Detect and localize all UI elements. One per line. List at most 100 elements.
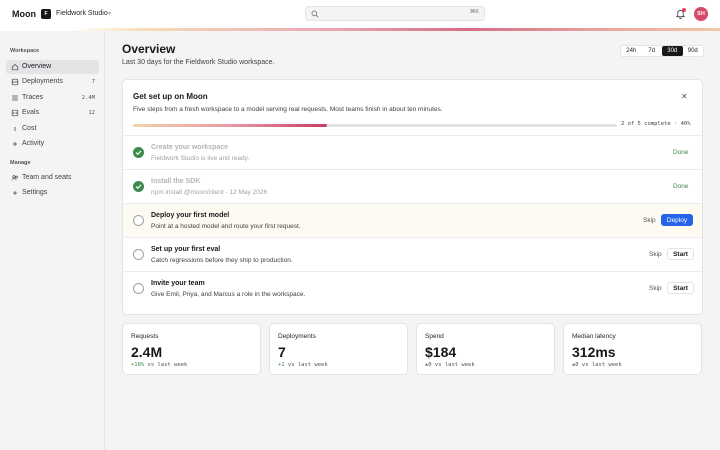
- skip-button[interactable]: Skip: [643, 217, 656, 224]
- stat-value: $184: [425, 344, 457, 360]
- sidebar-item-count: 2.4M: [81, 95, 95, 101]
- sidebar-item-deployments[interactable]: Deployments 7: [6, 75, 99, 89]
- setup-title: Get set up on Moon: [133, 92, 208, 101]
- home-icon: [11, 63, 19, 71]
- sidebar-item-count: 7: [91, 79, 95, 85]
- setup-step-install-sdk: Install the SDK npm install @moon/client…: [123, 169, 702, 203]
- stat-delta: ±0 vs last week: [425, 362, 475, 368]
- range-24h[interactable]: 24h: [621, 46, 642, 56]
- sidebar-item-settings[interactable]: Settings: [6, 186, 99, 200]
- step-status-done: Done: [673, 149, 689, 156]
- code-icon: [11, 109, 19, 117]
- stat-delta-value: ±0: [425, 362, 432, 368]
- step-title: Deploy your first model: [151, 212, 230, 219]
- sidebar-item-traces[interactable]: Traces 2.4M: [6, 91, 99, 105]
- setup-step-deploy-model: Deploy your first model Point at a hoste…: [123, 203, 702, 237]
- list-icon: [12, 95, 18, 101]
- setup-step-invite-team: Invite your team Give Emil, Priya, and M…: [123, 271, 702, 305]
- step-description: Fieldwork Studio is live and ready.: [151, 155, 250, 162]
- search-shortcut: ⌘K: [469, 9, 479, 15]
- step-title: Install the SDK: [151, 178, 201, 185]
- sidebar-item-evals[interactable]: Evals 12: [6, 106, 99, 120]
- close-icon[interactable]: ✕: [681, 92, 688, 101]
- stat-delta-value: ±0: [572, 362, 579, 368]
- start-button[interactable]: Start: [667, 248, 694, 260]
- sidebar-item-label: Cost: [22, 125, 37, 132]
- workspace-avatar[interactable]: F: [41, 9, 51, 19]
- sidebar-heading-manage: Manage: [10, 160, 31, 166]
- step-description: npm install @moon/client · 12 May 2026: [151, 189, 268, 196]
- sidebar-item-label: Traces: [22, 94, 44, 101]
- user-avatar[interactable]: SH: [694, 7, 708, 21]
- stat-label: Requests: [131, 333, 159, 340]
- notification-dot: [682, 8, 686, 12]
- brand-logo[interactable]: Moon: [12, 9, 36, 19]
- users-icon: [11, 175, 18, 181]
- sidebar-item-cost[interactable]: Cost: [6, 122, 99, 136]
- stat-delta-suffix: vs last week: [431, 362, 475, 368]
- search-icon: [311, 10, 319, 18]
- page-subtitle: Last 30 days for the Fieldwork Studio wo…: [122, 59, 275, 66]
- stat-delta: +18% vs last week: [131, 362, 187, 368]
- sidebar-item-label: Overview: [22, 63, 52, 70]
- layers-icon: [11, 78, 19, 86]
- setup-step-create-workspace: Create your workspace Fieldwork Studio i…: [123, 135, 702, 169]
- empty-circle-icon: [133, 215, 144, 226]
- setup-progress-fill: [133, 124, 327, 127]
- search-input[interactable]: [322, 8, 462, 19]
- stat-card-median-latency: Median latency 312ms ±0 vs last week: [563, 323, 702, 375]
- step-status-done: Done: [673, 183, 689, 190]
- sidebar-item-label: Evals: [22, 109, 40, 116]
- top-bar: Moon F Fieldwork Studio ▾ ⌘K SH: [0, 0, 720, 28]
- range-30d[interactable]: 30d: [662, 46, 683, 56]
- range-90d[interactable]: 90d: [683, 46, 704, 56]
- sidebar: Workspace Overview Deployments 7 Traces …: [0, 31, 105, 450]
- stat-delta-suffix: vs last week: [144, 362, 188, 368]
- sidebar-item-team-and-seats[interactable]: Team and seats: [6, 171, 99, 185]
- sidebar-item-label: Settings: [22, 189, 48, 196]
- setup-step-first-eval: Set up your first eval Catch regressions…: [123, 237, 702, 271]
- skip-button[interactable]: Skip: [649, 251, 662, 258]
- deploy-button[interactable]: Deploy: [661, 214, 693, 226]
- sidebar-item-label: Deployments: [22, 78, 63, 85]
- step-title: Invite your team: [151, 280, 205, 287]
- stat-card-requests: Requests 2.4M +18% vs last week: [122, 323, 261, 375]
- empty-circle-icon: [133, 283, 144, 294]
- page-title: Overview: [122, 42, 176, 56]
- date-range-selector: 24h 7d 30d 90d: [620, 45, 704, 57]
- dollar-icon: [14, 127, 16, 131]
- sidebar-heading-workspace: Workspace: [10, 48, 40, 54]
- stat-value: 2.4M: [131, 344, 163, 360]
- sidebar-item-overview[interactable]: Overview: [6, 60, 99, 74]
- stat-card-deployments: Deployments 7 +1 vs last week: [269, 323, 408, 375]
- stat-delta-value: +18%: [131, 362, 145, 368]
- chevron-down-icon[interactable]: ▾: [108, 10, 111, 17]
- step-title: Set up your first eval: [151, 246, 221, 253]
- start-button[interactable]: Start: [667, 282, 694, 294]
- stat-delta-value: +1: [278, 362, 285, 368]
- stat-label: Median latency: [572, 333, 616, 340]
- range-7d[interactable]: 7d: [642, 46, 663, 56]
- stat-delta: ±0 vs last week: [572, 362, 622, 368]
- sidebar-item-count: 12: [88, 110, 95, 116]
- setup-card: Get set up on Moon Five steps from a fre…: [122, 79, 703, 315]
- stat-delta-suffix: vs last week: [578, 362, 622, 368]
- skip-button[interactable]: Skip: [649, 285, 662, 292]
- search-bar[interactable]: ⌘K: [305, 6, 485, 21]
- stat-label: Deployments: [278, 333, 316, 340]
- plus-icon: [13, 142, 17, 146]
- stat-value: 7: [278, 344, 286, 360]
- step-title: Create your workspace: [151, 144, 229, 151]
- setup-progress-label: 2 of 5 complete · 40%: [621, 121, 691, 127]
- workspace-switcher[interactable]: Fieldwork Studio: [56, 10, 108, 17]
- main-content: Overview Last 30 days for the Fieldwork …: [105, 31, 720, 450]
- check-circle-icon: [133, 147, 144, 158]
- stat-delta-suffix: vs last week: [284, 362, 328, 368]
- empty-circle-icon: [133, 249, 144, 260]
- stat-delta: +1 vs last week: [278, 362, 328, 368]
- setup-subtitle: Five steps from a fresh workspace to a m…: [133, 106, 443, 113]
- sidebar-item-activity[interactable]: Activity: [6, 137, 99, 151]
- stat-label: Spend: [425, 333, 444, 340]
- sidebar-item-label: Activity: [22, 140, 45, 147]
- plus-icon: [13, 191, 17, 195]
